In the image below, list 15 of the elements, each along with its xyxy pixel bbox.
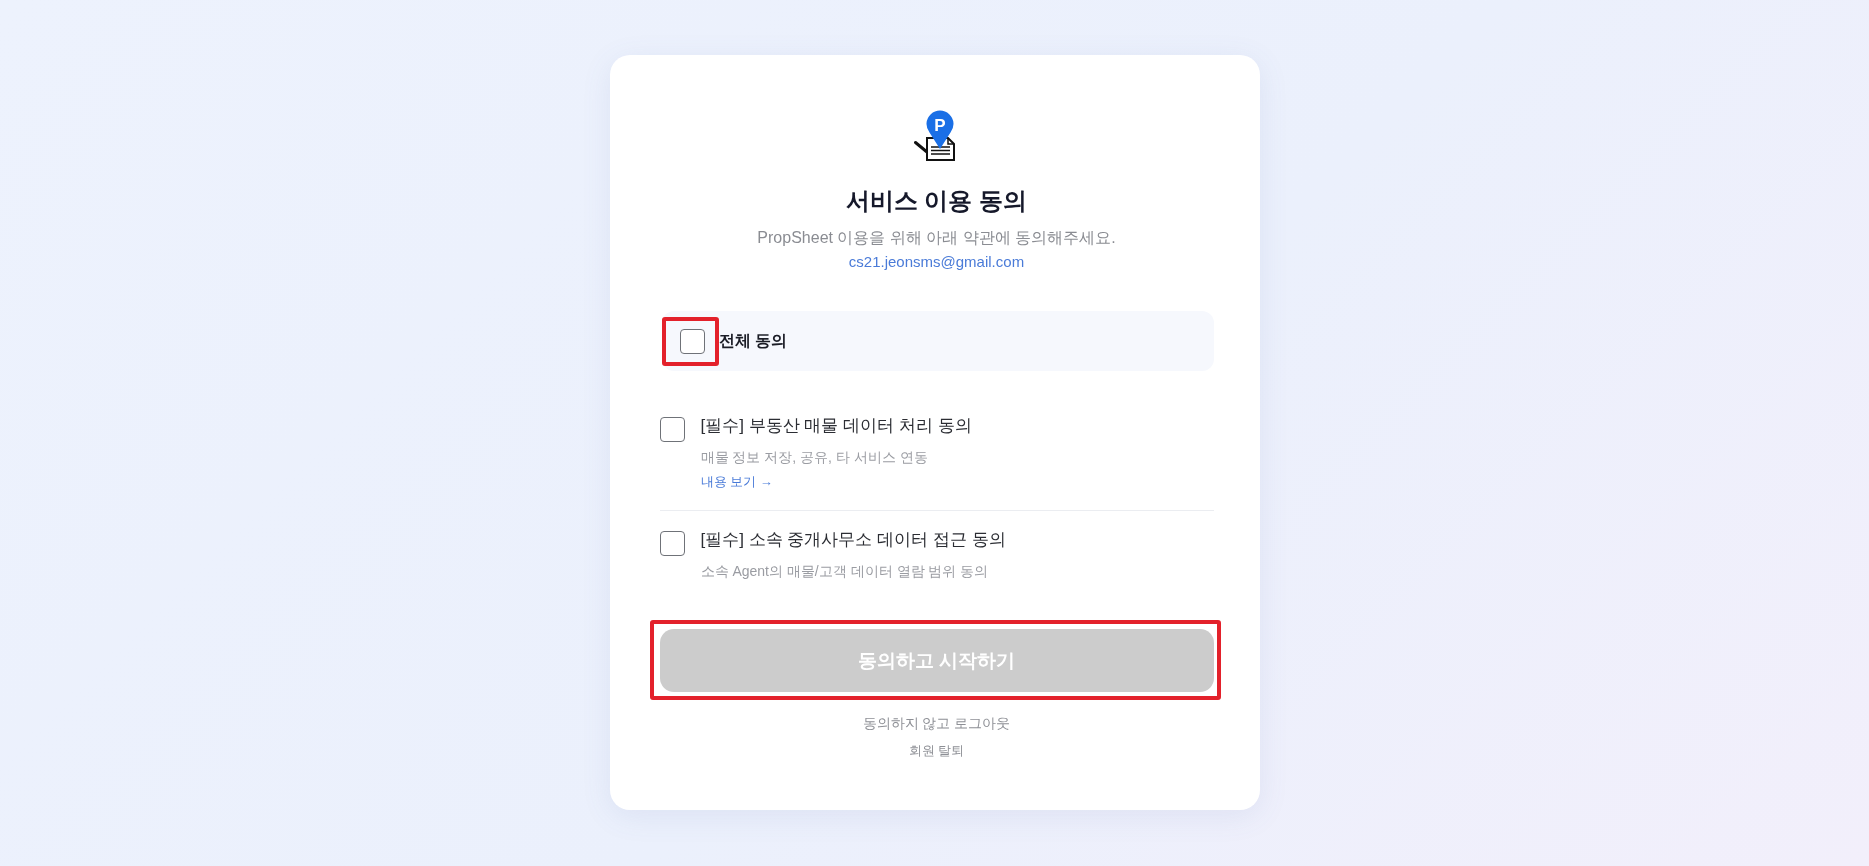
checkbox[interactable] xyxy=(659,531,685,556)
withdraw-link[interactable]: 회원 탈퇴 xyxy=(908,741,965,761)
checkbox[interactable] xyxy=(659,417,685,442)
agreement-title: [필수] 소속 중개사무소 데이터 접근 동의 xyxy=(700,529,1006,551)
agree-all-row[interactable]: 전체 동의 xyxy=(661,311,1214,371)
agreement-description: 소속 Agent의 매물/고객 데이터 열람 범위 동의 xyxy=(700,562,989,581)
agreement-title: [필수] 부동산 매물 데이터 처리 동의 xyxy=(700,415,972,437)
logout-link[interactable]: 동의하지 않고 로그아웃 xyxy=(862,713,1011,733)
checkbox[interactable] xyxy=(679,328,705,354)
page-subtitle: PropSheet 이용을 위해 아래 약관에 동의해주세요. xyxy=(757,228,1116,248)
page-title: 서비스 이용 동의 xyxy=(845,186,1028,216)
agree-all-label: 전체 동의 xyxy=(718,331,787,351)
agreement-description: 매물 정보 저장, 공유, 타 서비스 연동 xyxy=(700,448,928,467)
details-link[interactable]: 내용 보기 → xyxy=(700,473,773,491)
account-email: cs21.jeonsms@gmail.com xyxy=(848,252,1025,272)
